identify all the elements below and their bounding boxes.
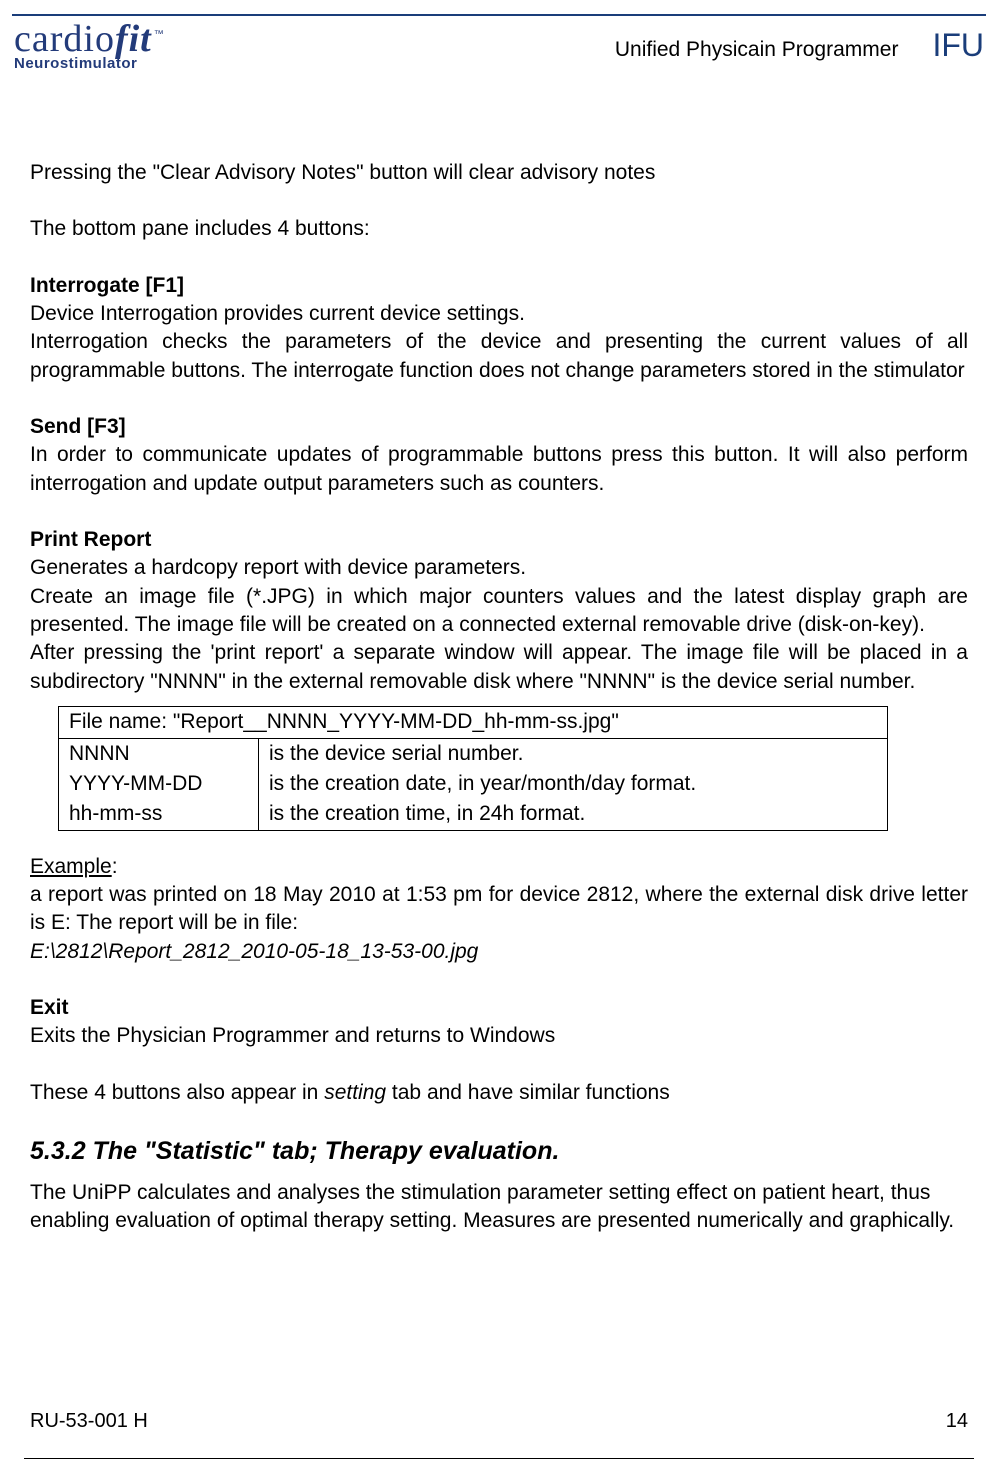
- header-ifu: IFU: [932, 24, 984, 67]
- footer-rule: [24, 1458, 974, 1459]
- header-right: Unified Physicain Programmer IFU: [615, 24, 984, 67]
- example-colon: :: [112, 855, 118, 878]
- logo-fit: fit: [115, 18, 152, 60]
- outro-p1: These 4 buttons also appear in: [30, 1081, 324, 1104]
- example-line2: E:\2812\Report_2812_2010-05-18_13-53-00.…: [30, 938, 968, 966]
- example-block: Example: a report was printed on 18 May …: [30, 853, 968, 966]
- section-5-3-2-body: The UniPP calculates and analyses the st…: [30, 1179, 968, 1236]
- page-content: Pressing the "Clear Advisory Notes" butt…: [0, 81, 998, 1235]
- example-line1: a report was printed on 18 May 2010 at 1…: [30, 881, 968, 938]
- print-block: Print Report Generates a hardcopy report…: [30, 526, 968, 696]
- footer-page: 14: [946, 1408, 968, 1435]
- print-line2: Create an image file (*.JPG) in which ma…: [30, 583, 968, 640]
- exit-heading: Exit: [30, 994, 968, 1022]
- header-title: Unified Physicain Programmer: [615, 36, 899, 64]
- table-row: NNNN is the device serial number.: [59, 738, 888, 769]
- exit-line1: Exits the Physician Programmer and retur…: [30, 1022, 968, 1050]
- print-line3: After pressing the 'print report' a sepa…: [30, 639, 968, 696]
- exit-block: Exit Exits the Physician Programmer and …: [30, 994, 968, 1051]
- logo-main: cardiofit™: [14, 20, 165, 58]
- page-header: cardiofit™ Neurostimulator Unified Physi…: [0, 16, 998, 81]
- table-cell: YYYY-MM-DD: [59, 769, 259, 799]
- intro-line1: Pressing the "Clear Advisory Notes" butt…: [30, 159, 968, 187]
- footer-docid: RU-53-001 H: [30, 1408, 148, 1435]
- table-row: File name: "Report__NNNN_YYYY-MM-DD_hh-m…: [59, 707, 888, 738]
- table-cell: NNNN: [59, 738, 259, 769]
- brand-logo: cardiofit™ Neurostimulator: [14, 20, 165, 71]
- example-label: Example: [30, 855, 112, 878]
- interrogate-line1: Device Interrogation provides current de…: [30, 300, 968, 328]
- outro-p2: tab and have similar functions: [386, 1081, 670, 1104]
- table-header-cell: File name: "Report__NNNN_YYYY-MM-DD_hh-m…: [59, 707, 888, 738]
- send-heading: Send [F3]: [30, 413, 968, 441]
- send-line1: In order to communicate updates of progr…: [30, 441, 968, 498]
- print-line1: Generates a hardcopy report with device …: [30, 554, 968, 582]
- table-cell: hh-mm-ss: [59, 799, 259, 830]
- interrogate-heading: Interrogate [F1]: [30, 272, 968, 300]
- logo-tm: ™: [154, 29, 165, 40]
- logo-cardio: cardio: [14, 18, 115, 60]
- interrogate-block: Interrogate [F1] Device Interrogation pr…: [30, 272, 968, 385]
- example-label-line: Example:: [30, 853, 968, 881]
- send-block: Send [F3] In order to communicate update…: [30, 413, 968, 498]
- print-heading: Print Report: [30, 526, 968, 554]
- logo-subtitle: Neurostimulator: [14, 56, 165, 71]
- outro-italic: setting: [324, 1081, 386, 1104]
- footer-wrap: RU-53-001 H 14: [0, 1458, 998, 1459]
- interrogate-line2: Interrogation checks the parameters of t…: [30, 328, 968, 385]
- table-cell: is the device serial number.: [259, 738, 888, 769]
- table-row: hh-mm-ss is the creation time, in 24h fo…: [59, 799, 888, 830]
- intro-line2: The bottom pane includes 4 buttons:: [30, 215, 968, 243]
- section-5-3-2-heading: 5.3.2 The "Statistic" tab; Therapy evalu…: [30, 1135, 968, 1169]
- page-footer: RU-53-001 H 14: [0, 1404, 998, 1435]
- filename-table: File name: "Report__NNNN_YYYY-MM-DD_hh-m…: [58, 706, 888, 830]
- table-cell: is the creation time, in 24h format.: [259, 799, 888, 830]
- table-row: YYYY-MM-DD is the creation date, in year…: [59, 769, 888, 799]
- outro-line: These 4 buttons also appear in setting t…: [30, 1079, 968, 1107]
- table-cell: is the creation date, in year/month/day …: [259, 769, 888, 799]
